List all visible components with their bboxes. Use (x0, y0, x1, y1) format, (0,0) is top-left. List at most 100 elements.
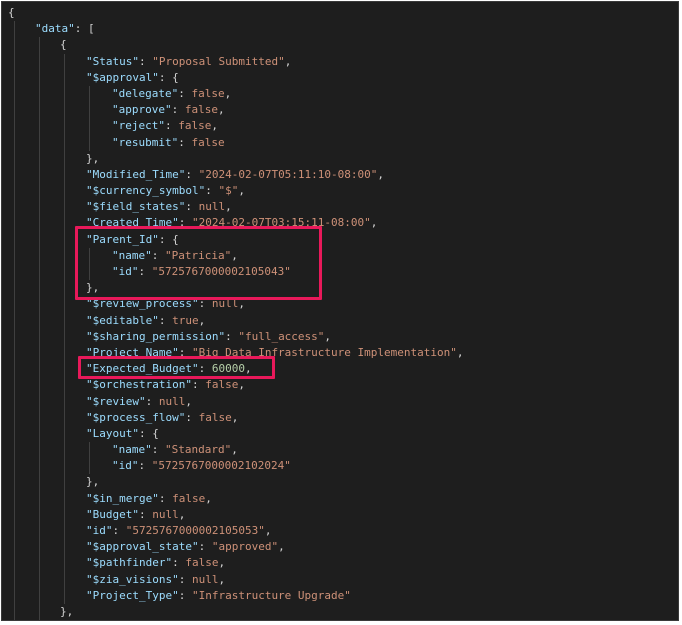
indent-guide (64, 264, 65, 281)
code-token-punc: : { (158, 70, 179, 84)
code-token-punc: : (178, 588, 192, 602)
code-token-punc: : (185, 167, 199, 181)
code-token-punc: : (185, 200, 199, 214)
indent-guide (39, 458, 40, 475)
code-token-punc: : (172, 556, 186, 570)
code-text: "Project_Type": "Infrastructure Upgrade" (86, 588, 351, 604)
code-text: "Modified_Time": "2024-02-07T05:11:10-08… (86, 167, 384, 183)
code-line: "data": [ (2, 21, 678, 38)
code-line: }, (2, 603, 678, 620)
code-token-kw: false (172, 491, 206, 505)
code-token-kw: false (205, 378, 239, 392)
code-token-punc: : (178, 135, 192, 149)
indent-guide (64, 458, 65, 475)
code-token-key: "data" (35, 22, 75, 36)
indent-guide (39, 393, 40, 410)
code-token-punc: , (178, 507, 186, 521)
code-token-punc: , (231, 443, 238, 457)
code-line: "$currency_symbol": "$", (2, 183, 678, 200)
code-line: "$approval_state": "approved", (2, 539, 678, 556)
indent-guide (39, 134, 40, 151)
code-text: "resubmit": false (112, 135, 225, 151)
indent-guide (39, 442, 40, 459)
indent-guide (64, 118, 65, 135)
code-token-punc: : (158, 313, 173, 327)
indent-guide (64, 361, 65, 378)
code-token-punc: , (324, 329, 332, 343)
code-text: "$pathfinder": false, (86, 555, 225, 571)
indent-guide (14, 296, 15, 313)
code-token-str: "approved" (211, 540, 279, 554)
indent-guide (39, 215, 40, 232)
code-text: "Status": "Proposal Submitted", (86, 54, 291, 70)
code-token-punc: : (164, 119, 179, 133)
code-token-punc: : (138, 459, 152, 473)
indent-guide (64, 555, 65, 572)
code-text: "Layout": { (86, 426, 159, 442)
code-line: "resubmit": false (2, 134, 678, 151)
code-token-punc: , (278, 540, 285, 554)
indent-guide (14, 215, 15, 232)
code-text: "$field_states": null, (86, 199, 232, 215)
code-token-punc: , (238, 184, 245, 198)
code-line: "$in_merge": false, (2, 490, 678, 507)
code-line: "delegate": false, (2, 85, 678, 103)
indent-guide (89, 458, 90, 475)
code-token-key: "$approval" (86, 70, 159, 84)
code-token-punc: : (198, 540, 212, 554)
code-token-kw: null (191, 572, 219, 586)
indent-guide (39, 571, 40, 588)
code-text: "id": "5725767000002102024" (112, 458, 291, 474)
code-token-kw: false (198, 410, 232, 424)
indent-guide (39, 506, 40, 523)
indent-guide (39, 150, 40, 167)
indent-guide (14, 166, 15, 184)
code-token-punc: , (264, 524, 272, 537)
indent-guide (14, 183, 15, 200)
code-text: }, (60, 604, 73, 620)
indent-guide (89, 85, 90, 103)
indent-guide (39, 344, 40, 362)
indent-guide (14, 102, 15, 119)
indent-guide (89, 118, 90, 135)
json-code-view: {"data": [{"Status": "Proposal Submitted… (2, 5, 678, 620)
indent-guide (39, 231, 40, 248)
indent-guide (64, 409, 65, 426)
indent-guide (14, 150, 15, 167)
indent-guide (64, 102, 65, 119)
code-token-punc: , (211, 119, 218, 133)
code-token-punc: , (225, 200, 232, 214)
code-token-punc: , (218, 556, 226, 570)
code-text: "data": [ (35, 21, 95, 37)
code-token-punc: }, (60, 604, 74, 618)
code-token-punc: , (224, 86, 232, 100)
indent-guide (39, 247, 40, 264)
code-editor-window: {"data": [{"Status": "Proposal Submitted… (1, 1, 679, 621)
code-text: "$zia_visions": null, (86, 572, 225, 588)
indent-guide (14, 603, 15, 620)
code-token-key: "$sharing_permission" (86, 329, 226, 343)
code-token-punc: : (158, 491, 173, 505)
code-token-key: "Layout" (86, 426, 139, 440)
indent-guide (39, 425, 40, 443)
code-token-punc: : (138, 54, 153, 68)
indent-guide (39, 69, 40, 86)
indent-guide (64, 199, 65, 216)
code-text: "$approval_state": "approved", (86, 539, 285, 555)
indent-guide (39, 409, 40, 426)
indent-guide (39, 166, 40, 184)
code-token-str: "Standard" (165, 443, 232, 457)
code-token-str: "Proposal Submitted" (152, 54, 285, 68)
code-token-str: "2024-02-07T05:11:10-08:00" (198, 167, 378, 181)
code-text: "approve": false, (112, 102, 225, 118)
indent-guide (14, 361, 15, 378)
indent-guide (14, 523, 15, 540)
code-token-key: "$in_merge" (86, 491, 159, 505)
code-token-key: "Status" (86, 54, 139, 68)
indent-guide (39, 490, 40, 507)
indent-guide (14, 134, 15, 151)
code-line: }, (2, 474, 678, 491)
indent-guide (14, 312, 15, 329)
code-line: "$orchestration": false, (2, 377, 678, 394)
indent-guide (14, 555, 15, 572)
